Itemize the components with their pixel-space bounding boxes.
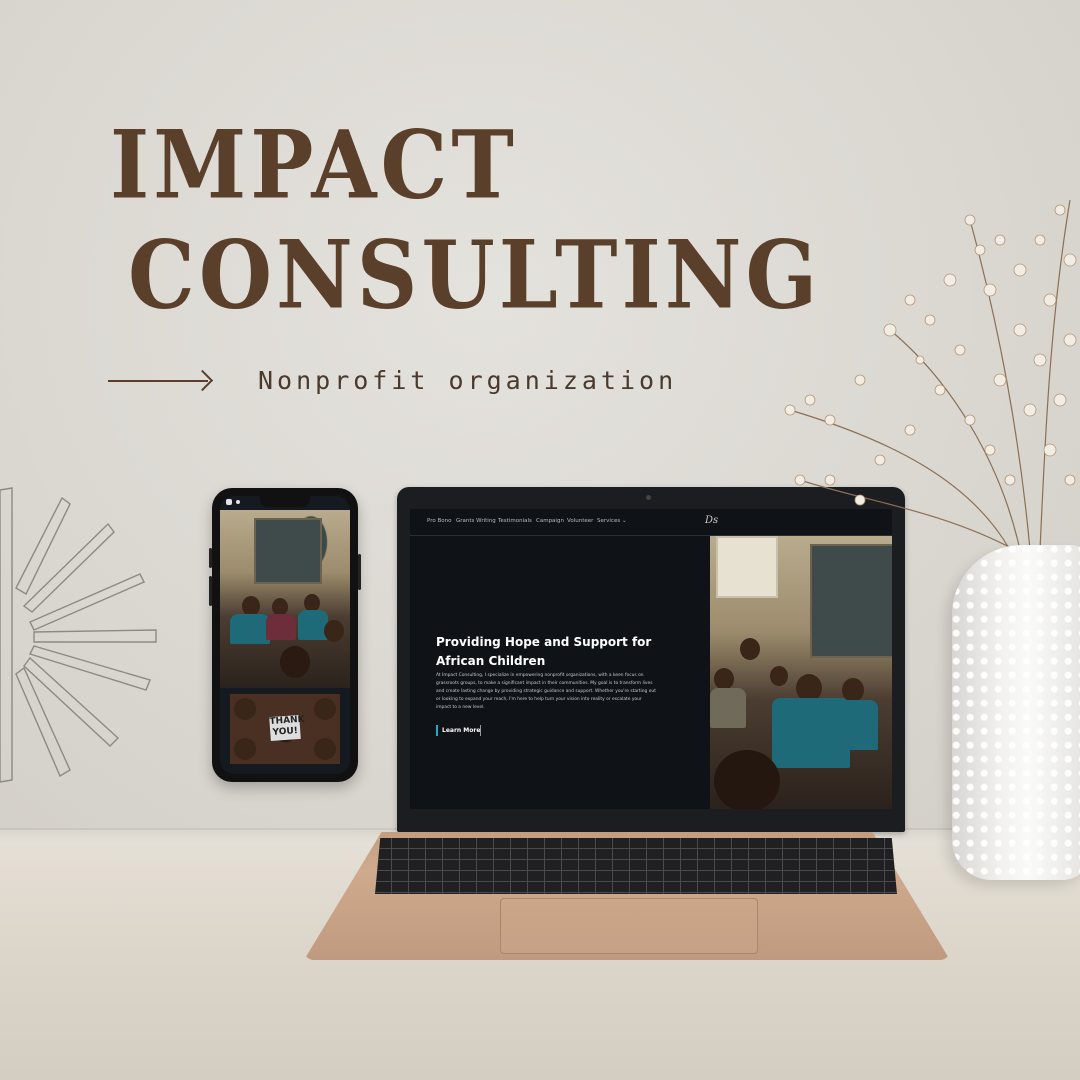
learn-more-button[interactable]: Learn More — [436, 725, 482, 736]
nav-item-pro-bono[interactable]: Pro Bono — [427, 518, 451, 524]
hero-chalkboard — [810, 544, 892, 658]
phone-volume-button — [209, 576, 212, 606]
nav-item-services-label: Services — [597, 518, 621, 524]
thank-you-card: THANK YOU! — [269, 715, 305, 742]
nav-item-volunteer[interactable]: Volunteer — [567, 518, 593, 524]
white-vase — [952, 545, 1080, 880]
phone-status-icons — [226, 499, 240, 505]
laptop-trackpad — [500, 898, 758, 954]
nav-item-grants-writing[interactable]: Grants Writing — [456, 518, 496, 524]
thank-you-photo: THANK YOU! — [230, 694, 340, 764]
tagline-row: Nonprofit organization — [108, 366, 677, 395]
chalkboard — [254, 518, 322, 584]
headline-impact: IMPACT — [110, 109, 518, 220]
phone-mockup: THANK YOU! — [209, 488, 361, 782]
nav-item-services[interactable]: Services ⌄ — [597, 518, 627, 524]
hero-body: At Impact Consulting, I specialize in em… — [436, 673, 656, 710]
sunburst-decoration-icon — [0, 487, 157, 783]
phone-side-button — [209, 548, 212, 568]
laptop-keyboard — [375, 838, 897, 894]
hero-classroom-photo — [710, 536, 892, 809]
tagline: Nonprofit organization — [258, 366, 678, 395]
arrow-right-icon — [108, 369, 214, 392]
phone-power-button — [358, 554, 361, 590]
phone-notch — [260, 496, 310, 507]
laptop-camera — [646, 495, 651, 500]
chevron-down-icon: ⌄ — [621, 518, 627, 524]
classroom-photo — [220, 510, 350, 688]
site-logo[interactable]: Ds — [705, 515, 718, 526]
headline-consulting: CONSULTING — [128, 219, 822, 330]
phone-screen: THANK YOU! — [220, 496, 350, 774]
nav-item-campaign[interactable]: Campaign — [536, 518, 564, 524]
nav-item-testimonials[interactable]: Testimonials — [498, 518, 532, 524]
paper-chart — [716, 536, 778, 598]
hero-title: Providing Hope and Support for African C… — [436, 635, 652, 668]
dried-flowers-decoration — [784, 199, 1077, 551]
